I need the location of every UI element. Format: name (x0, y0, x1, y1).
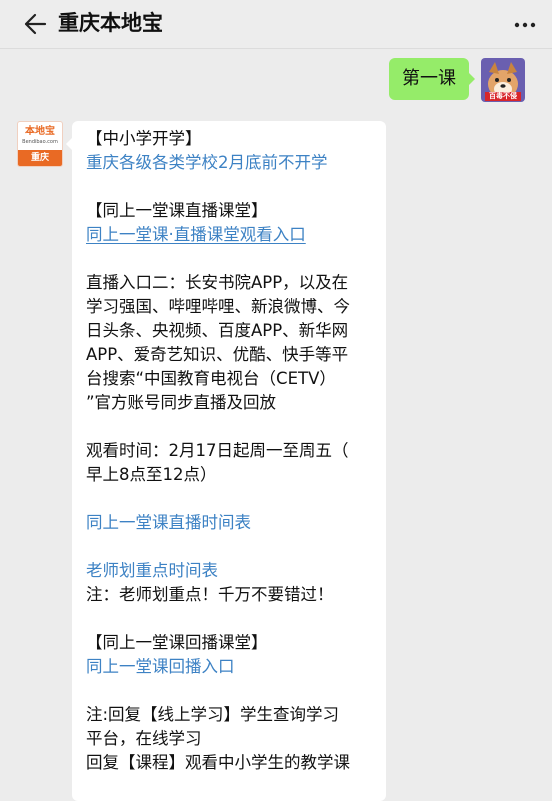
avatar-caption: 百毒不侵 (489, 92, 517, 100)
section-heading: 【同上一堂课直播课堂】 (86, 201, 268, 220)
paragraph-line: 日头条、央视频、百度APP、新华网 (86, 321, 349, 340)
paragraph-line: 观看时间：2月17日起周一至周五（ (86, 441, 349, 460)
live-schedule-link[interactable]: 同上一堂课直播时间表 (86, 511, 378, 535)
back-arrow-icon[interactable] (22, 11, 48, 37)
paragraph-line: 平台，在线学习 (86, 729, 202, 748)
paragraph-line: 学习强国、哔哩哔哩、新浪微博、今 (86, 297, 350, 316)
paragraph-line: 回复【课程】观看中小学生的教学课 (86, 753, 350, 772)
paragraph-line: APP、爱奇艺知识、优酷、快手等平 (86, 345, 349, 364)
more-options-icon[interactable] (512, 12, 538, 38)
school-opening-link[interactable]: 重庆各级各类学校2月底前不开学 (86, 151, 378, 175)
replay-entry-link[interactable]: 同上一堂课回播入口 (86, 655, 378, 679)
note-text: 注：老师划重点！千万不要错过！ (86, 585, 334, 604)
section-heading: 【中小学开学】 (86, 129, 202, 148)
top-bar: 重庆本地宝 (0, 0, 552, 49)
paragraph-line: 早上8点至12点） (86, 465, 217, 484)
page-title: 重庆本地宝 (58, 11, 163, 35)
paragraph-line: ”官方账号同步直播及回放 (86, 393, 277, 412)
paragraph-line: 台搜索“中国教育电视台（CETV） (86, 369, 336, 388)
official-account-avatar[interactable]: 本地宝 Bendibao.com 重庆 (17, 121, 63, 167)
section-heading: 【同上一堂课回播课堂】 (86, 633, 268, 652)
paragraph-line: 注:回复【线上学习】学生查询学习 (86, 705, 340, 724)
logo-domain-text: Bendibao.com (22, 139, 58, 145)
teacher-highlights-link[interactable]: 老师划重点时间表 (86, 559, 378, 583)
received-message-bubble: 【中小学开学】 重庆各级各类学校2月底前不开学 【同上一堂课直播课堂】 同上一堂… (66, 121, 386, 801)
logo-brand-text: 本地宝 (25, 126, 55, 137)
user-avatar[interactable]: 百毒不侵 (481, 58, 525, 102)
logo-city-text: 重庆 (18, 150, 62, 166)
live-class-entry-link[interactable]: 同上一堂课·直播课堂观看入口 (86, 223, 378, 247)
sent-message-bubble[interactable]: 第一课 (389, 58, 475, 100)
paragraph-line: 直播入口二：长安书院APP，以及在 (86, 273, 349, 292)
